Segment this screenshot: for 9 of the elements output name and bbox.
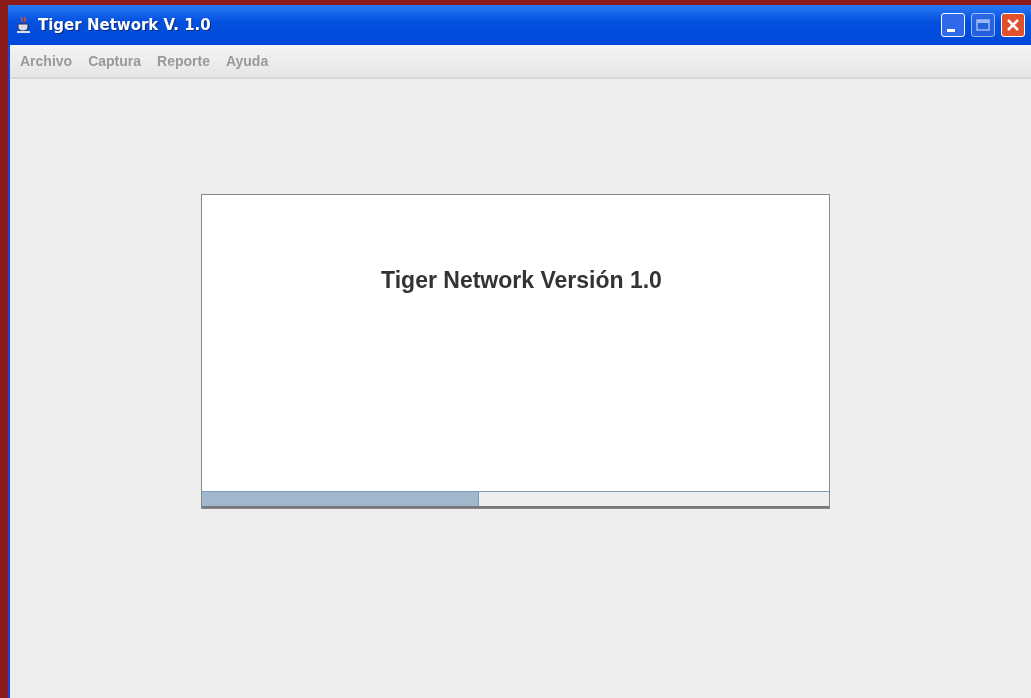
close-icon [1006,18,1020,32]
minimize-icon [947,28,955,32]
minimize-button[interactable] [941,13,965,37]
maximize-button[interactable] [971,13,995,37]
coffee-cup-icon [16,16,32,34]
splash-title: Tiger Network Versión 1.0 [381,267,662,294]
maximize-icon [976,19,990,31]
window-title: Tiger Network V. 1.0 [38,16,212,34]
close-button[interactable] [1001,13,1025,37]
